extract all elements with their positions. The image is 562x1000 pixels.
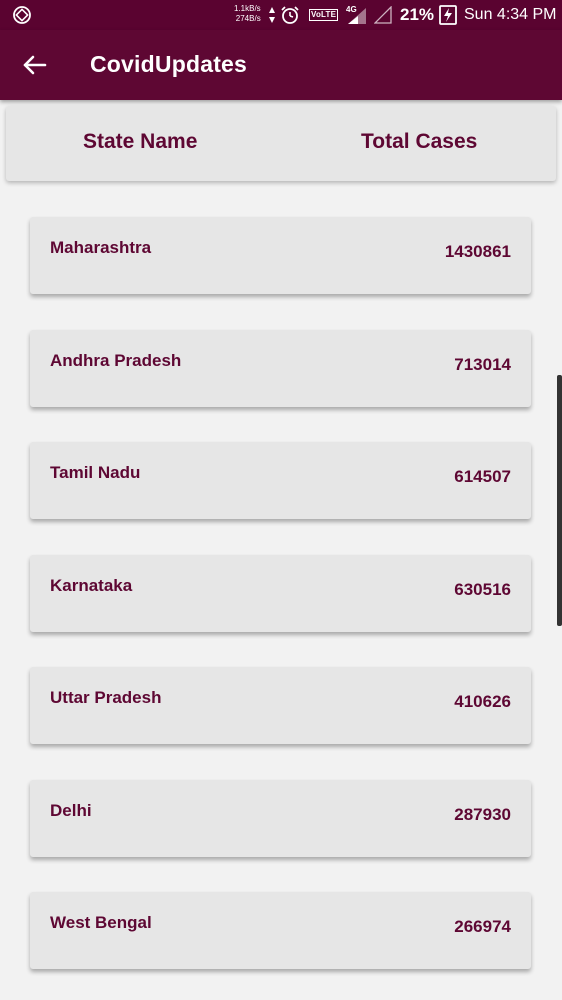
total-cases: 713014 xyxy=(454,355,511,374)
total-cases: 630516 xyxy=(454,580,511,599)
state-list: Maharashtra 1430861 Andhra Pradesh 71301… xyxy=(0,0,562,1000)
state-name: Uttar Pradesh xyxy=(50,688,162,707)
state-name: Maharashtra xyxy=(50,238,152,257)
list-item[interactable]: West Bengal 266974 xyxy=(30,892,531,969)
state-name: Delhi xyxy=(50,801,92,820)
state-name: Karnataka xyxy=(50,576,133,595)
list-item[interactable]: Tamil Nadu 614507 xyxy=(30,442,531,519)
state-name: Tamil Nadu xyxy=(50,463,141,482)
state-name: Andhra Pradesh xyxy=(50,351,182,370)
list-item[interactable]: Uttar Pradesh 410626 xyxy=(30,667,531,744)
list-item[interactable]: Maharashtra 1430861 xyxy=(30,217,531,294)
total-cases: 287930 xyxy=(454,805,511,824)
total-cases: 410626 xyxy=(454,692,511,711)
list-item[interactable]: Andhra Pradesh 713014 xyxy=(30,330,531,407)
total-cases: 1430861 xyxy=(444,242,511,261)
state-name: West Bengal xyxy=(50,913,152,932)
list-item[interactable]: Karnataka 630516 xyxy=(30,555,531,632)
total-cases: 614507 xyxy=(454,467,511,486)
list-item[interactable]: Delhi 287930 xyxy=(30,780,531,857)
scrollbar[interactable] xyxy=(557,375,562,626)
total-cases: 266974 xyxy=(454,917,511,936)
